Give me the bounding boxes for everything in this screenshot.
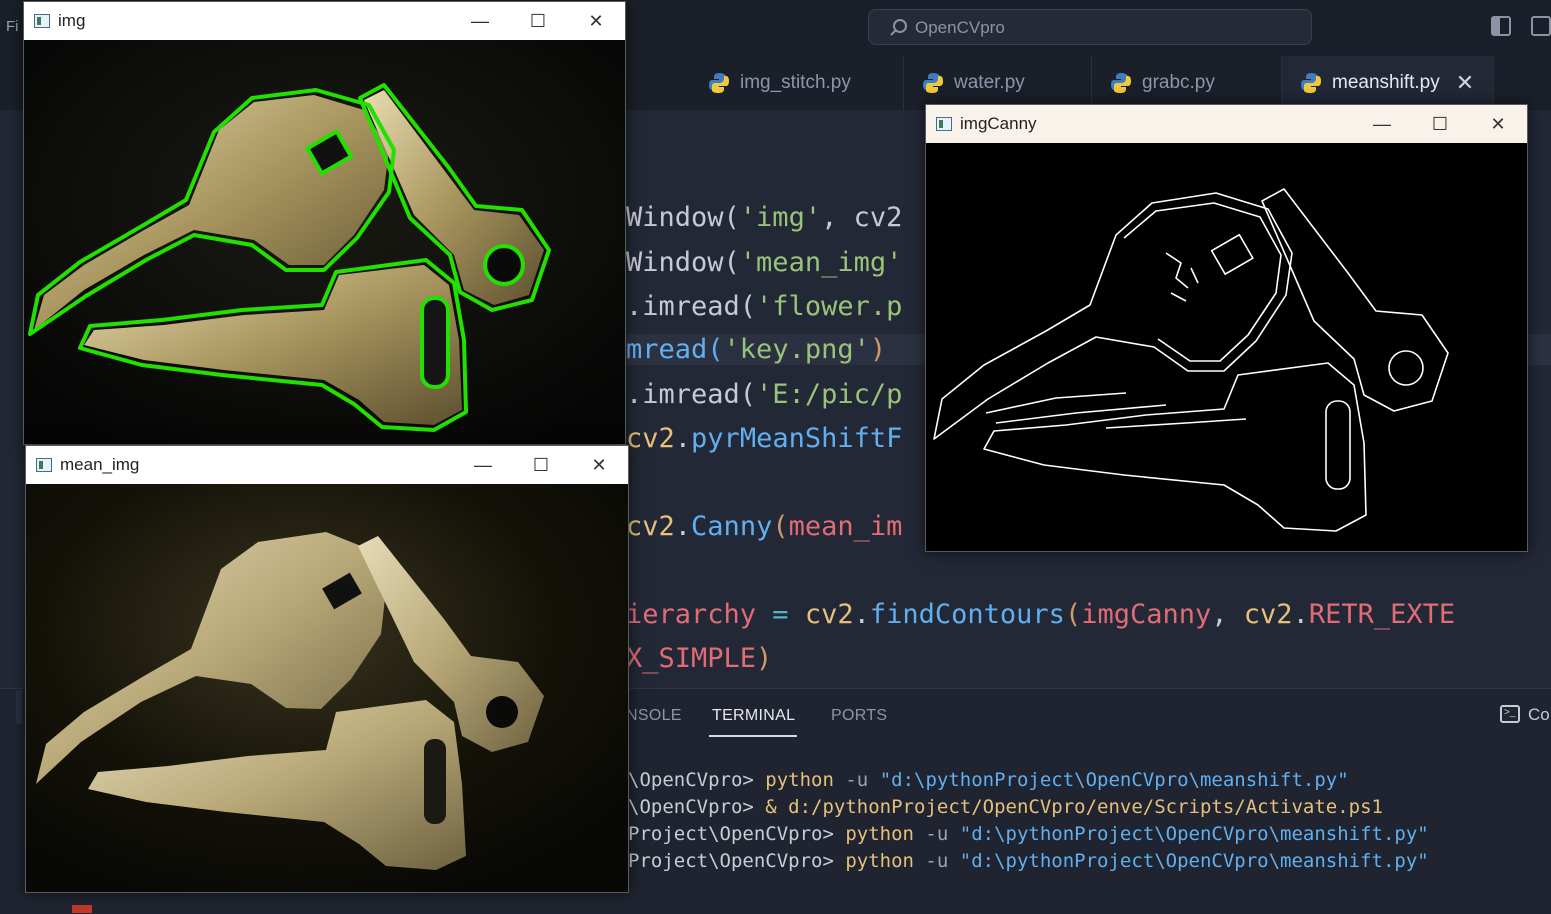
terminal-line: \OpenCVpro> & d:/pythonProject/OpenCVpro… <box>628 796 1383 818</box>
window-titlebar[interactable]: img — ☐ ✕ <box>24 2 625 40</box>
menu-fragment[interactable]: Fi <box>6 18 19 35</box>
window-titlebar[interactable]: mean_img — ☐ ✕ <box>26 446 628 484</box>
window-title: imgCanny <box>960 114 1037 133</box>
image-view[interactable] <box>26 484 628 892</box>
window-img[interactable]: img — ☐ ✕ <box>23 1 626 445</box>
tab-img-stitch[interactable]: img_stitch.py <box>690 56 904 110</box>
command-center-search[interactable]: OpenCVpro <box>868 9 1312 45</box>
window-title: img <box>58 11 86 30</box>
image-view[interactable] <box>926 143 1527 551</box>
code-line: .imread('E:/pic/p <box>626 379 903 410</box>
maximize-icon[interactable]: ☐ <box>509 2 567 40</box>
maximize-icon[interactable]: ☐ <box>512 446 570 484</box>
tab-water[interactable]: water.py <box>904 56 1092 110</box>
terminal-line: \OpenCVpro> python -u "d:\pythonProject\… <box>628 769 1349 791</box>
close-icon[interactable]: ✕ <box>567 2 625 40</box>
tab-meanshift[interactable]: meanshift.py ✕ <box>1282 56 1494 110</box>
python-icon <box>1301 73 1321 93</box>
keys-with-contours-image <box>24 40 625 444</box>
explorer-fragment <box>16 690 22 724</box>
python-icon <box>1111 73 1131 93</box>
tab-label: meanshift.py <box>1332 72 1440 93</box>
tab-label: water.py <box>954 72 1025 93</box>
tab-ports[interactable]: PORTS <box>831 707 887 725</box>
app-icon <box>36 458 52 472</box>
code-line: Window('mean_img' <box>626 247 903 278</box>
python-icon <box>923 73 943 93</box>
mean-shift-keys-image <box>26 484 628 892</box>
search-icon <box>889 18 909 43</box>
code-line: cv2.Canny(mean_im <box>626 511 903 542</box>
window-titlebar[interactable]: imgCanny — ☐ ✕ <box>926 105 1527 143</box>
minimize-icon[interactable]: — <box>451 2 509 40</box>
file-icon-fragment <box>72 905 92 913</box>
code-line: .imread('flower.p <box>626 291 903 322</box>
tab-debug-console[interactable]: NSOLE <box>626 707 682 725</box>
new-terminal-button[interactable]: >_ Co <box>1500 705 1550 725</box>
window-mean-img[interactable]: mean_img — ☐ ✕ <box>25 445 629 893</box>
close-tab-icon[interactable]: ✕ <box>1456 70 1474 96</box>
minimize-icon[interactable]: — <box>454 446 512 484</box>
code-line: cv2.pyrMeanShiftF <box>626 423 903 454</box>
maximize-icon[interactable]: ☐ <box>1411 105 1469 143</box>
terminal-icon: >_ <box>1500 705 1520 723</box>
canny-edges-image <box>926 143 1527 551</box>
image-view[interactable] <box>24 40 625 444</box>
app-icon <box>34 14 50 28</box>
close-icon[interactable]: ✕ <box>570 446 628 484</box>
code-line: Window('img', cv2 <box>626 202 903 233</box>
window-title: mean_img <box>60 455 140 474</box>
search-text: OpenCVpro <box>915 18 1005 37</box>
close-icon[interactable]: ✕ <box>1469 105 1527 143</box>
minimize-icon[interactable]: — <box>1353 105 1411 143</box>
active-tab-indicator <box>709 735 797 737</box>
tab-terminal[interactable]: TERMINAL <box>712 707 795 725</box>
terminal-line: Project\OpenCVpro> python -u "d:\pythonP… <box>628 823 1429 845</box>
tab-label: img_stitch.py <box>740 72 851 93</box>
window-img-canny[interactable]: imgCanny — ☐ ✕ <box>925 104 1528 552</box>
app-icon <box>936 117 952 131</box>
code-line: X_SIMPLE) <box>626 643 773 674</box>
code-line: ierarchy = cv2.findContours(imgCanny, cv… <box>626 599 1456 630</box>
python-icon <box>709 73 729 93</box>
toggle-panel-icon[interactable] <box>1531 16 1551 36</box>
terminal-line: Project\OpenCVpro> python -u "d:\pythonP… <box>628 850 1429 872</box>
tab-grabc[interactable]: grabc.py <box>1092 56 1282 110</box>
tab-label: grabc.py <box>1142 72 1215 93</box>
toggle-sidebar-icon[interactable] <box>1491 16 1511 36</box>
